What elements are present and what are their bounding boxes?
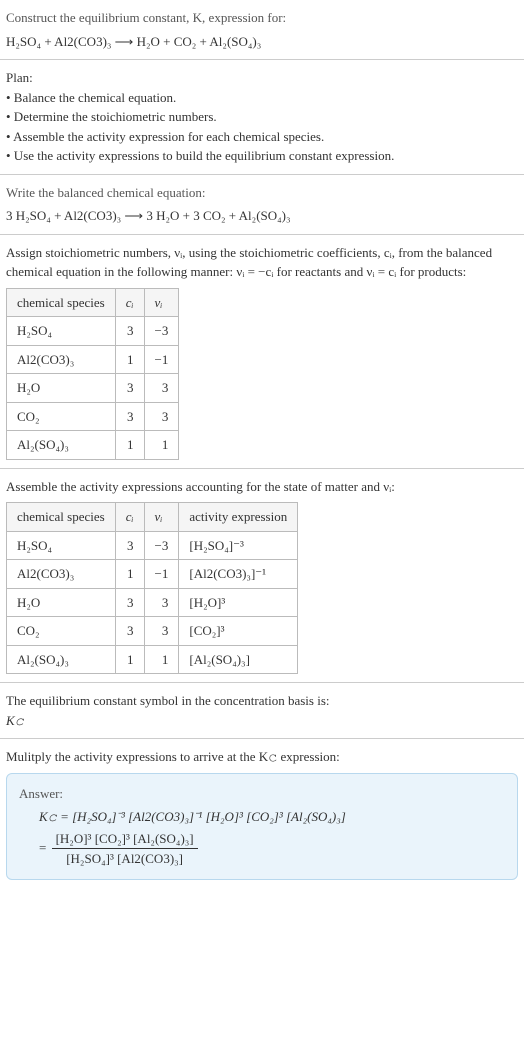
kc-fraction-line: = [H₂O]³ [CO₂]³ [Al₂(SO₄)₃] [H₂SO₄]³ [Al… (39, 829, 505, 869)
table-row: CO₂33 (7, 402, 179, 431)
cell-species: H₂O (7, 374, 116, 403)
cell-vi: −1 (144, 560, 179, 589)
section-symbol: The equilibrium constant symbol in the c… (0, 683, 524, 739)
section-final: Mulitply the activity expressions to arr… (0, 739, 524, 888)
table-row: Al₂(SO₄)₃11 (7, 431, 179, 460)
section-balanced: Write the balanced chemical equation: 3 … (0, 175, 524, 235)
cell-ci: 1 (115, 431, 144, 460)
answer-box: Answer: K𝚌 = [H₂SO₄]⁻³ [Al2(CO3)₃]⁻¹ [H₂… (6, 773, 518, 880)
table-header-row: chemical species cᵢ νᵢ (7, 288, 179, 317)
section-plan: Plan: • Balance the chemical equation. •… (0, 60, 524, 175)
balanced-prompt: Write the balanced chemical equation: (6, 183, 518, 203)
table-row: Al₂(SO₄)₃11[Al₂(SO₄)₃] (7, 645, 298, 674)
cell-activity: [Al2(CO3)₃]⁻¹ (179, 560, 298, 589)
cell-ci: 3 (115, 374, 144, 403)
cell-vi: 3 (144, 617, 179, 646)
cell-species: Al2(CO3)₃ (7, 560, 116, 589)
col-species: chemical species (7, 503, 116, 532)
table-row: H₂SO₄3−3[H₂SO₄]⁻³ (7, 531, 298, 560)
table-row: H₂SO₄3−3 (7, 317, 179, 346)
cell-vi: 3 (144, 588, 179, 617)
plan-heading: Plan: (6, 68, 518, 88)
col-species: chemical species (7, 288, 116, 317)
section-prompt: Construct the equilibrium constant, K, e… (0, 0, 524, 60)
cell-species: Al₂(SO₄)₃ (7, 431, 116, 460)
cell-ci: 1 (115, 345, 144, 374)
section-activity: Assemble the activity expressions accoun… (0, 469, 524, 684)
plan-bullet-2: • Determine the stoichiometric numbers. (6, 107, 518, 127)
table-row: Al2(CO3)₃1−1[Al2(CO3)₃]⁻¹ (7, 560, 298, 589)
cell-species: H₂SO₄ (7, 317, 116, 346)
cell-ci: 3 (115, 402, 144, 431)
cell-ci: 1 (115, 645, 144, 674)
cell-vi: 3 (144, 402, 179, 431)
prompt-text: Construct the equilibrium constant, K, e… (6, 8, 518, 28)
section-stoich: Assign stoichiometric numbers, νᵢ, using… (0, 235, 524, 469)
col-activity: activity expression (179, 503, 298, 532)
cell-vi: −3 (144, 531, 179, 560)
cell-ci: 3 (115, 317, 144, 346)
cell-ci: 3 (115, 588, 144, 617)
cell-ci: 3 (115, 617, 144, 646)
plan-bullet-1: • Balance the chemical equation. (6, 88, 518, 108)
cell-species: H₂SO₄ (7, 531, 116, 560)
table-row: H₂O33[H₂O]³ (7, 588, 298, 617)
cell-ci: 1 (115, 560, 144, 589)
cell-vi: 3 (144, 374, 179, 403)
final-text: Mulitply the activity expressions to arr… (6, 747, 518, 767)
cell-vi: 1 (144, 645, 179, 674)
plan-bullet-3: • Assemble the activity expression for e… (6, 127, 518, 147)
cell-activity: [H₂SO₄]⁻³ (179, 531, 298, 560)
cell-activity: [H₂O]³ (179, 588, 298, 617)
cell-activity: [CO₂]³ (179, 617, 298, 646)
table-row: CO₂33[CO₂]³ (7, 617, 298, 646)
cell-activity: [Al₂(SO₄)₃] (179, 645, 298, 674)
activity-text: Assemble the activity expressions accoun… (6, 477, 518, 497)
equals-sign: = (39, 839, 50, 854)
cell-species: CO₂ (7, 402, 116, 431)
plan-bullet-4: • Use the activity expressions to build … (6, 146, 518, 166)
cell-ci: 3 (115, 531, 144, 560)
cell-species: H₂O (7, 588, 116, 617)
kc-expanded: K𝚌 = [H₂SO₄]⁻³ [Al2(CO3)₃]⁻¹ [H₂O]³ [CO₂… (39, 807, 505, 827)
activity-table: chemical species cᵢ νᵢ activity expressi… (6, 502, 298, 674)
answer-label: Answer: (19, 784, 505, 804)
cell-species: CO₂ (7, 617, 116, 646)
cell-vi: −1 (144, 345, 179, 374)
col-ci: cᵢ (115, 288, 144, 317)
fraction-denominator: [H₂SO₄]³ [Al2(CO3)₃] (52, 849, 198, 869)
symbol-text: The equilibrium constant symbol in the c… (6, 691, 518, 711)
table-row: H₂O33 (7, 374, 179, 403)
fraction-numerator: [H₂O]³ [CO₂]³ [Al₂(SO₄)₃] (52, 829, 198, 850)
cell-vi: 1 (144, 431, 179, 460)
stoich-table: chemical species cᵢ νᵢ H₂SO₄3−3 Al2(CO3)… (6, 288, 179, 460)
col-ci: cᵢ (115, 503, 144, 532)
cell-vi: −3 (144, 317, 179, 346)
kc-symbol: K𝚌 (6, 711, 518, 731)
stoich-text: Assign stoichiometric numbers, νᵢ, using… (6, 243, 518, 282)
unbalanced-equation: H₂SO₄ + Al2(CO3)₃ ⟶ H₂O + CO₂ + Al₂(SO₄)… (6, 32, 518, 52)
cell-species: Al2(CO3)₃ (7, 345, 116, 374)
balanced-equation: 3 H₂SO₄ + Al2(CO3)₃ ⟶ 3 H₂O + 3 CO₂ + Al… (6, 206, 518, 226)
kc-line1: K𝚌 = [H₂SO₄]⁻³ [Al2(CO3)₃]⁻¹ [H₂O]³ [CO₂… (39, 809, 346, 824)
col-vi: νᵢ (144, 503, 179, 532)
table-row: Al2(CO3)₃1−1 (7, 345, 179, 374)
col-vi: νᵢ (144, 288, 179, 317)
cell-species: Al₂(SO₄)₃ (7, 645, 116, 674)
table-header-row: chemical species cᵢ νᵢ activity expressi… (7, 503, 298, 532)
kc-fraction: [H₂O]³ [CO₂]³ [Al₂(SO₄)₃] [H₂SO₄]³ [Al2(… (52, 829, 198, 869)
